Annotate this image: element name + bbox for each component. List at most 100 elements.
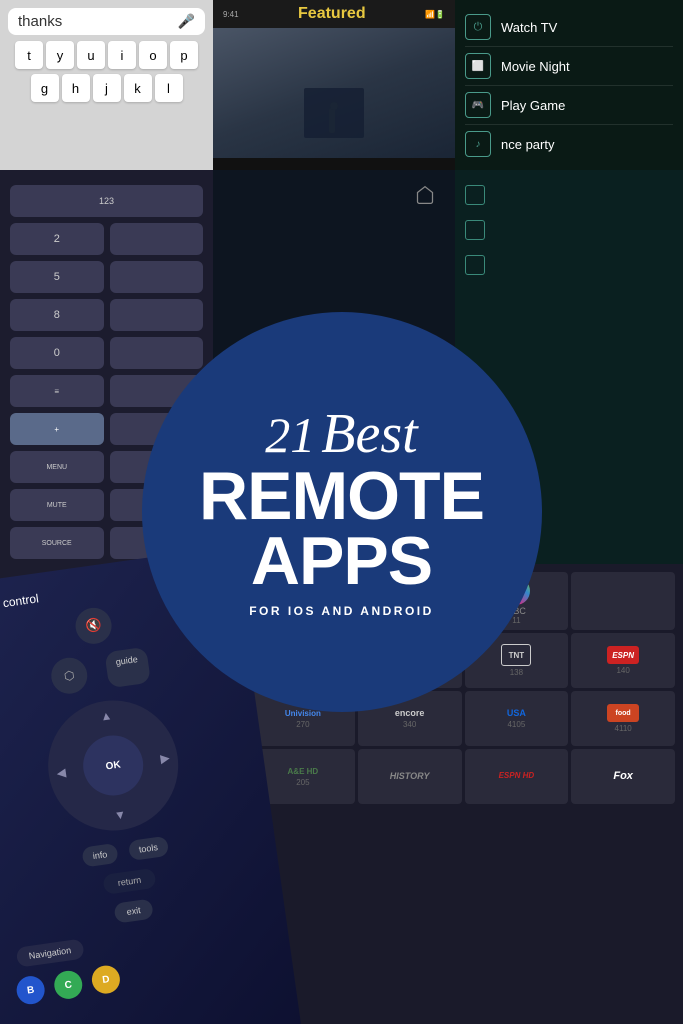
navigation-btn[interactable]: Navigation (16, 939, 85, 968)
dance-party-label: nce party (501, 137, 554, 152)
right-arrow[interactable]: ▶ (160, 751, 171, 766)
overlay-subtitle: FOR IOS AND ANDROID (249, 604, 434, 618)
key-g[interactable]: g (31, 74, 59, 102)
encore-logo: encore (395, 708, 425, 718)
play-game-label: Play Game (501, 98, 565, 113)
cube-btn[interactable]: ⬡ (49, 655, 90, 696)
green-btn[interactable]: C (52, 969, 84, 1001)
usa-logo: USA (507, 708, 526, 718)
remote-btn-mute[interactable]: MUTE (10, 489, 104, 521)
remote-btn-8[interactable]: 8 (10, 299, 104, 331)
screenshot-container: thanks 🎤 t y u i o p g h j k l 9:41 (0, 0, 683, 1024)
microphone-icon: 🎤 (178, 13, 195, 30)
gamepad-icon: 🎮 (465, 92, 491, 118)
remote-btn-source[interactable]: SOURCE (10, 527, 104, 559)
menu-item-play-game[interactable]: 🎮 Play Game (465, 86, 673, 125)
remote-btn-blank4[interactable] (110, 337, 204, 369)
yellow-btn[interactable]: D (90, 964, 122, 996)
channel-food[interactable]: food 4110 (571, 691, 675, 746)
ok-button[interactable]: OK (79, 732, 147, 800)
keyboard-panel: thanks 🎤 t y u i o p g h j k l (0, 0, 213, 170)
remote-btn-blank2[interactable] (110, 261, 204, 293)
tnt-logo: TNT (501, 644, 531, 666)
exit-btn[interactable]: exit (113, 898, 153, 923)
channel-espn-hd[interactable]: ESPN HD (465, 749, 569, 804)
remote-btn-2[interactable]: 2 (10, 223, 104, 255)
remote-btn-blank3[interactable] (110, 299, 204, 331)
key-i[interactable]: i (108, 41, 136, 69)
right-panel-content (455, 170, 683, 305)
ae-hd-num: 205 (296, 778, 309, 787)
channel-usa[interactable]: USA 4105 (465, 691, 569, 746)
remote-btn-menu[interactable]: MENU (10, 451, 104, 483)
blue-btn[interactable]: B (15, 974, 47, 1006)
up-arrow[interactable]: ▲ (99, 708, 113, 724)
power-icon: ⏻ (465, 14, 491, 40)
down-arrow[interactable]: ▼ (113, 807, 127, 823)
key-y[interactable]: y (46, 41, 74, 69)
overlay-remote: REMOTE (199, 464, 484, 529)
featured-panel: 9:41 Featured 📶🔋 (213, 0, 455, 170)
remote-btn-lines[interactable]: ≡ (10, 375, 104, 407)
food-logo: food (607, 704, 639, 722)
key-o[interactable]: o (139, 41, 167, 69)
head-silhouette (330, 102, 338, 110)
remote-btn-0[interactable]: 0 (10, 337, 104, 369)
nbc-num: 11 (512, 616, 520, 625)
tnt-num: 138 (510, 668, 523, 677)
left-arrow[interactable]: ◀ (56, 765, 67, 780)
tools-btn[interactable]: tools (128, 836, 169, 861)
espn-num: 140 (616, 666, 629, 675)
watch-menu: ⏻ Watch TV ⬜ Movie Night 🎮 Play Game ♪ n… (455, 0, 683, 170)
history-logo: HISTORY (390, 771, 430, 781)
channel-fox[interactable]: Fox (571, 749, 675, 804)
dpad-ring: OK ▲ ▼ ◀ ▶ (40, 692, 187, 839)
key-p[interactable]: p (170, 41, 198, 69)
watch-tv-panel: ⏻ Watch TV ⬜ Movie Night 🎮 Play Game ♪ n… (455, 0, 683, 170)
right-icon-3[interactable] (465, 255, 485, 275)
home-icon (415, 185, 435, 210)
status-bar-time: 9:41 (223, 10, 239, 19)
overlay-number: 21 (265, 410, 315, 460)
person-silhouette (329, 108, 335, 133)
mute-btn[interactable]: 🔇 (73, 606, 114, 647)
center-circle-overlay: 21 Best REMOTE APPS FOR IOS AND ANDROID (142, 312, 542, 712)
channel-empty1 (571, 572, 675, 630)
return-btn[interactable]: return (103, 868, 157, 895)
remote-btn-123[interactable]: 123 (10, 185, 203, 217)
party-icon: ♪ (465, 131, 491, 157)
guide-btn[interactable]: guide (104, 647, 151, 688)
key-t[interactable]: t (15, 41, 43, 69)
ae-hd-logo: A&E HD (288, 767, 319, 776)
remote-btn-plus[interactable]: + (10, 413, 104, 445)
channel-history[interactable]: HISTORY (358, 749, 462, 804)
movie-night-label: Movie Night (501, 59, 570, 74)
key-k[interactable]: k (124, 74, 152, 102)
remote-btn-5[interactable]: 5 (10, 261, 104, 293)
keyboard-input-text: thanks (18, 13, 62, 30)
overlay-best: Best (321, 406, 417, 462)
menu-item-dance-party[interactable]: ♪ nce party (465, 125, 673, 163)
espn-logo: ESPN (607, 646, 639, 664)
key-l[interactable]: l (155, 74, 183, 102)
remote-btn-blank[interactable] (110, 223, 204, 255)
usa-num: 4105 (507, 720, 525, 729)
keyboard-rows: t y u i o p g h j k l (0, 39, 213, 109)
status-icons: 📶🔋 (425, 10, 445, 19)
encore-num: 340 (403, 720, 416, 729)
dpad-container: OK ▲ ▼ ◀ ▶ (40, 692, 187, 839)
key-u[interactable]: u (77, 41, 105, 69)
menu-item-movie-night[interactable]: ⬜ Movie Night (465, 47, 673, 86)
featured-title: Featured (298, 5, 366, 23)
menu-item-watch-tv[interactable]: ⏻ Watch TV (465, 8, 673, 47)
univision-num: 270 (296, 720, 309, 729)
info-btn[interactable]: info (82, 843, 119, 868)
espn-hd-logo: ESPN HD (499, 771, 535, 780)
food-num: 4110 (615, 724, 632, 733)
right-icon-1[interactable] (465, 185, 485, 205)
title-line-1: 21 Best (265, 406, 417, 462)
key-h[interactable]: h (62, 74, 90, 102)
key-j[interactable]: j (93, 74, 121, 102)
right-icon-2[interactable] (465, 220, 485, 240)
channel-espn[interactable]: ESPN 140 (571, 633, 675, 688)
